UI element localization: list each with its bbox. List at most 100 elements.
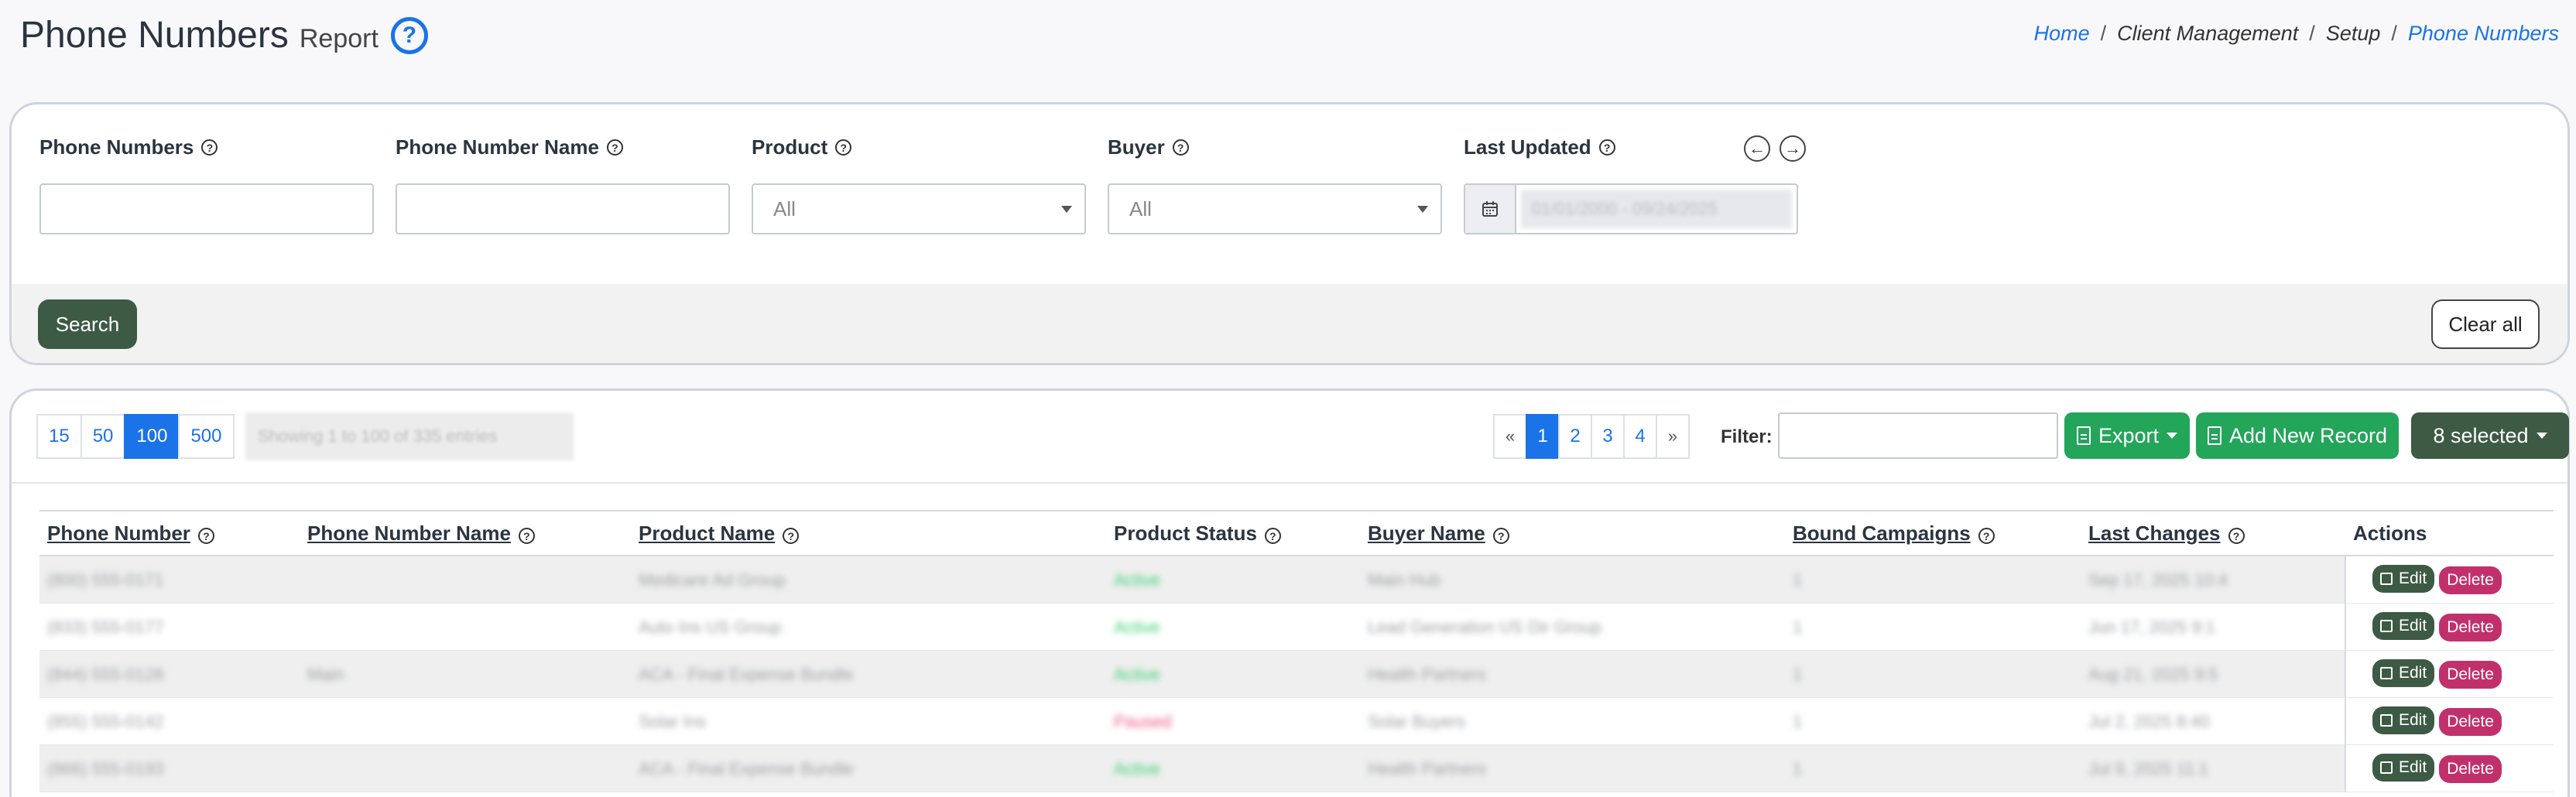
date-range-value: 01/01/2000 - 09/24/2025 [1521,190,1792,228]
cell-phone-number-name-value: Main [307,665,344,684]
help-icon[interactable]: ? [1598,139,1615,156]
delete-button[interactable]: Delete [2439,613,2502,641]
help-icon[interactable]: ? [835,139,852,156]
cell-buyer-name-value: Solar Buyers [1368,712,1465,731]
edit-button[interactable]: Edit [2372,753,2435,782]
edit-icon [2380,572,2393,585]
calendar-icon[interactable] [1465,185,1516,233]
table-filter-input[interactable] [1778,412,2058,459]
help-icon[interactable]: ? [197,528,214,544]
cell-actions: Edit Delete [2345,697,2554,745]
col-product-status: Product Status? [1106,510,1360,556]
edit-label: Edit [2399,758,2427,776]
chevron-down-icon [2536,433,2547,439]
delete-button[interactable]: Delete [2439,754,2502,783]
export-button[interactable]: Export [2064,412,2190,459]
help-icon[interactable]: ? [1172,139,1189,156]
edit-button[interactable]: Edit [2372,706,2435,734]
cell-product-status: Active [1106,556,1360,604]
edit-icon [2380,666,2393,679]
arrow-right-icon[interactable]: → [1780,135,1806,162]
help-icon[interactable]: ? [606,139,623,156]
breadcrumb-home[interactable]: Home [2034,22,2090,45]
page-size-500[interactable]: 500 [178,414,235,459]
page-size-100[interactable]: 100 [124,414,180,459]
cell-phone-number-name [300,603,631,651]
help-icon[interactable]: ? [783,528,800,544]
edit-button[interactable]: Edit [2372,611,2435,640]
edit-button[interactable]: Edit [2372,564,2435,593]
help-icon[interactable]: ? [2228,528,2245,544]
breadcrumb-client-management: Client Management [2117,22,2299,45]
buyer-select[interactable]: All [1108,183,1442,234]
page-size-50[interactable]: 50 [80,414,126,459]
delete-button[interactable]: Delete [2439,566,2502,594]
search-button[interactable]: Search [38,299,137,349]
chevron-down-icon [1061,206,1072,213]
col-buyer-name[interactable]: Buyer Name? [1360,510,1785,556]
page-3[interactable]: 3 [1591,414,1625,459]
date-range-picker[interactable]: 01/01/2000 - 09/24/2025 [1464,183,1798,234]
filter-label: Product [752,135,828,159]
filter-last-updated: Last Updated? [1464,135,1615,159]
breadcrumb-phone-numbers[interactable]: Phone Numbers [2408,22,2559,45]
arrow-left-icon[interactable]: ← [1744,135,1770,162]
clear-all-button[interactable]: Clear all [2431,299,2540,349]
breadcrumb: Home / Client Management / Setup / Phone Numbe… [2033,22,2559,45]
cell-product-status-value: Paused [1114,712,1172,731]
page-size-15[interactable]: 15 [36,414,82,459]
cell-phone-number-value: (800) 555-0171 [47,570,164,590]
page-4[interactable]: 4 [1623,414,1657,459]
phone-numbers-input[interactable] [39,183,374,234]
edit-label: Edit [2399,616,2427,635]
cell-phone-number-name [300,744,631,792]
page-1[interactable]: 1 [1526,414,1560,459]
breadcrumb-setup: Setup [2325,22,2381,45]
help-icon[interactable]: ? [1264,528,1281,544]
pagination: « 1 2 3 4 » [1493,414,1690,459]
question-circle-icon[interactable]: ? [390,17,428,54]
cell-product-name: Medicare Ad Group [631,556,1106,604]
cell-product-status-value: Active [1114,759,1160,778]
cell-bound-campaigns: 1 [1785,603,2081,651]
cell-product-status: Active [1106,603,1360,651]
col-product-name[interactable]: Product Name? [631,510,1106,556]
filter-phone-numbers: Phone Numbers? [39,135,218,159]
page-first[interactable]: « [1493,414,1527,459]
help-icon[interactable]: ? [1492,528,1509,544]
cell-actions: Edit Delete [2345,744,2554,792]
help-icon[interactable]: ? [518,528,535,544]
phone-number-name-input[interactable] [396,183,730,234]
edit-button[interactable]: Edit [2372,658,2435,687]
filter-panel: Phone Numbers? Phone Number Name? Produc… [9,102,2570,365]
col-phone-number-name[interactable]: Phone Number Name? [300,510,631,556]
cell-product-name-value: Solar Ins [639,712,706,731]
cell-phone-number: (855) 555-0142 [39,697,300,745]
help-icon[interactable]: ? [201,139,218,156]
cell-product-name-value: Auto Ins US Group [639,617,782,637]
table-header-row: Phone Number? Phone Number Name? Product… [39,510,2554,556]
cell-phone-number-name [300,556,631,604]
col-last-changes[interactable]: Last Changes? [2081,510,2345,556]
cell-product-status-value: Active [1114,570,1160,590]
cell-bound-campaigns: 1 [1785,697,2081,745]
selected-columns-button[interactable]: 8 selected [2411,412,2569,459]
page-2[interactable]: 2 [1558,414,1592,459]
product-select[interactable]: All [752,183,1086,234]
page-last[interactable]: » [1656,414,1690,459]
cell-bound-campaigns: 1 [1785,650,2081,698]
delete-button[interactable]: Delete [2439,707,2502,736]
delete-button[interactable]: Delete [2439,660,2502,689]
cell-buyer-name: Main Hub [1360,556,1785,604]
col-bound-campaigns[interactable]: Bound Campaigns? [1785,510,2081,556]
help-icon[interactable]: ? [1978,528,1995,544]
selected-label: 8 selected [2433,423,2529,447]
col-phone-number[interactable]: Phone Number? [39,510,300,556]
edit-icon [2380,761,2393,774]
cell-last-changes-value: Jul 9, 2025 11:1 [2088,759,2208,778]
cell-buyer-name: Health Partners [1360,650,1785,698]
page-size-selector: 15 50 100 500 [36,414,235,459]
cell-phone-number-value: (866) 555-0193 [47,759,164,778]
add-new-record-button[interactable]: Add New Record [2196,412,2399,459]
table-row: (833) 555-0177 Auto Ins US Group Active Lea… [39,603,2554,651]
